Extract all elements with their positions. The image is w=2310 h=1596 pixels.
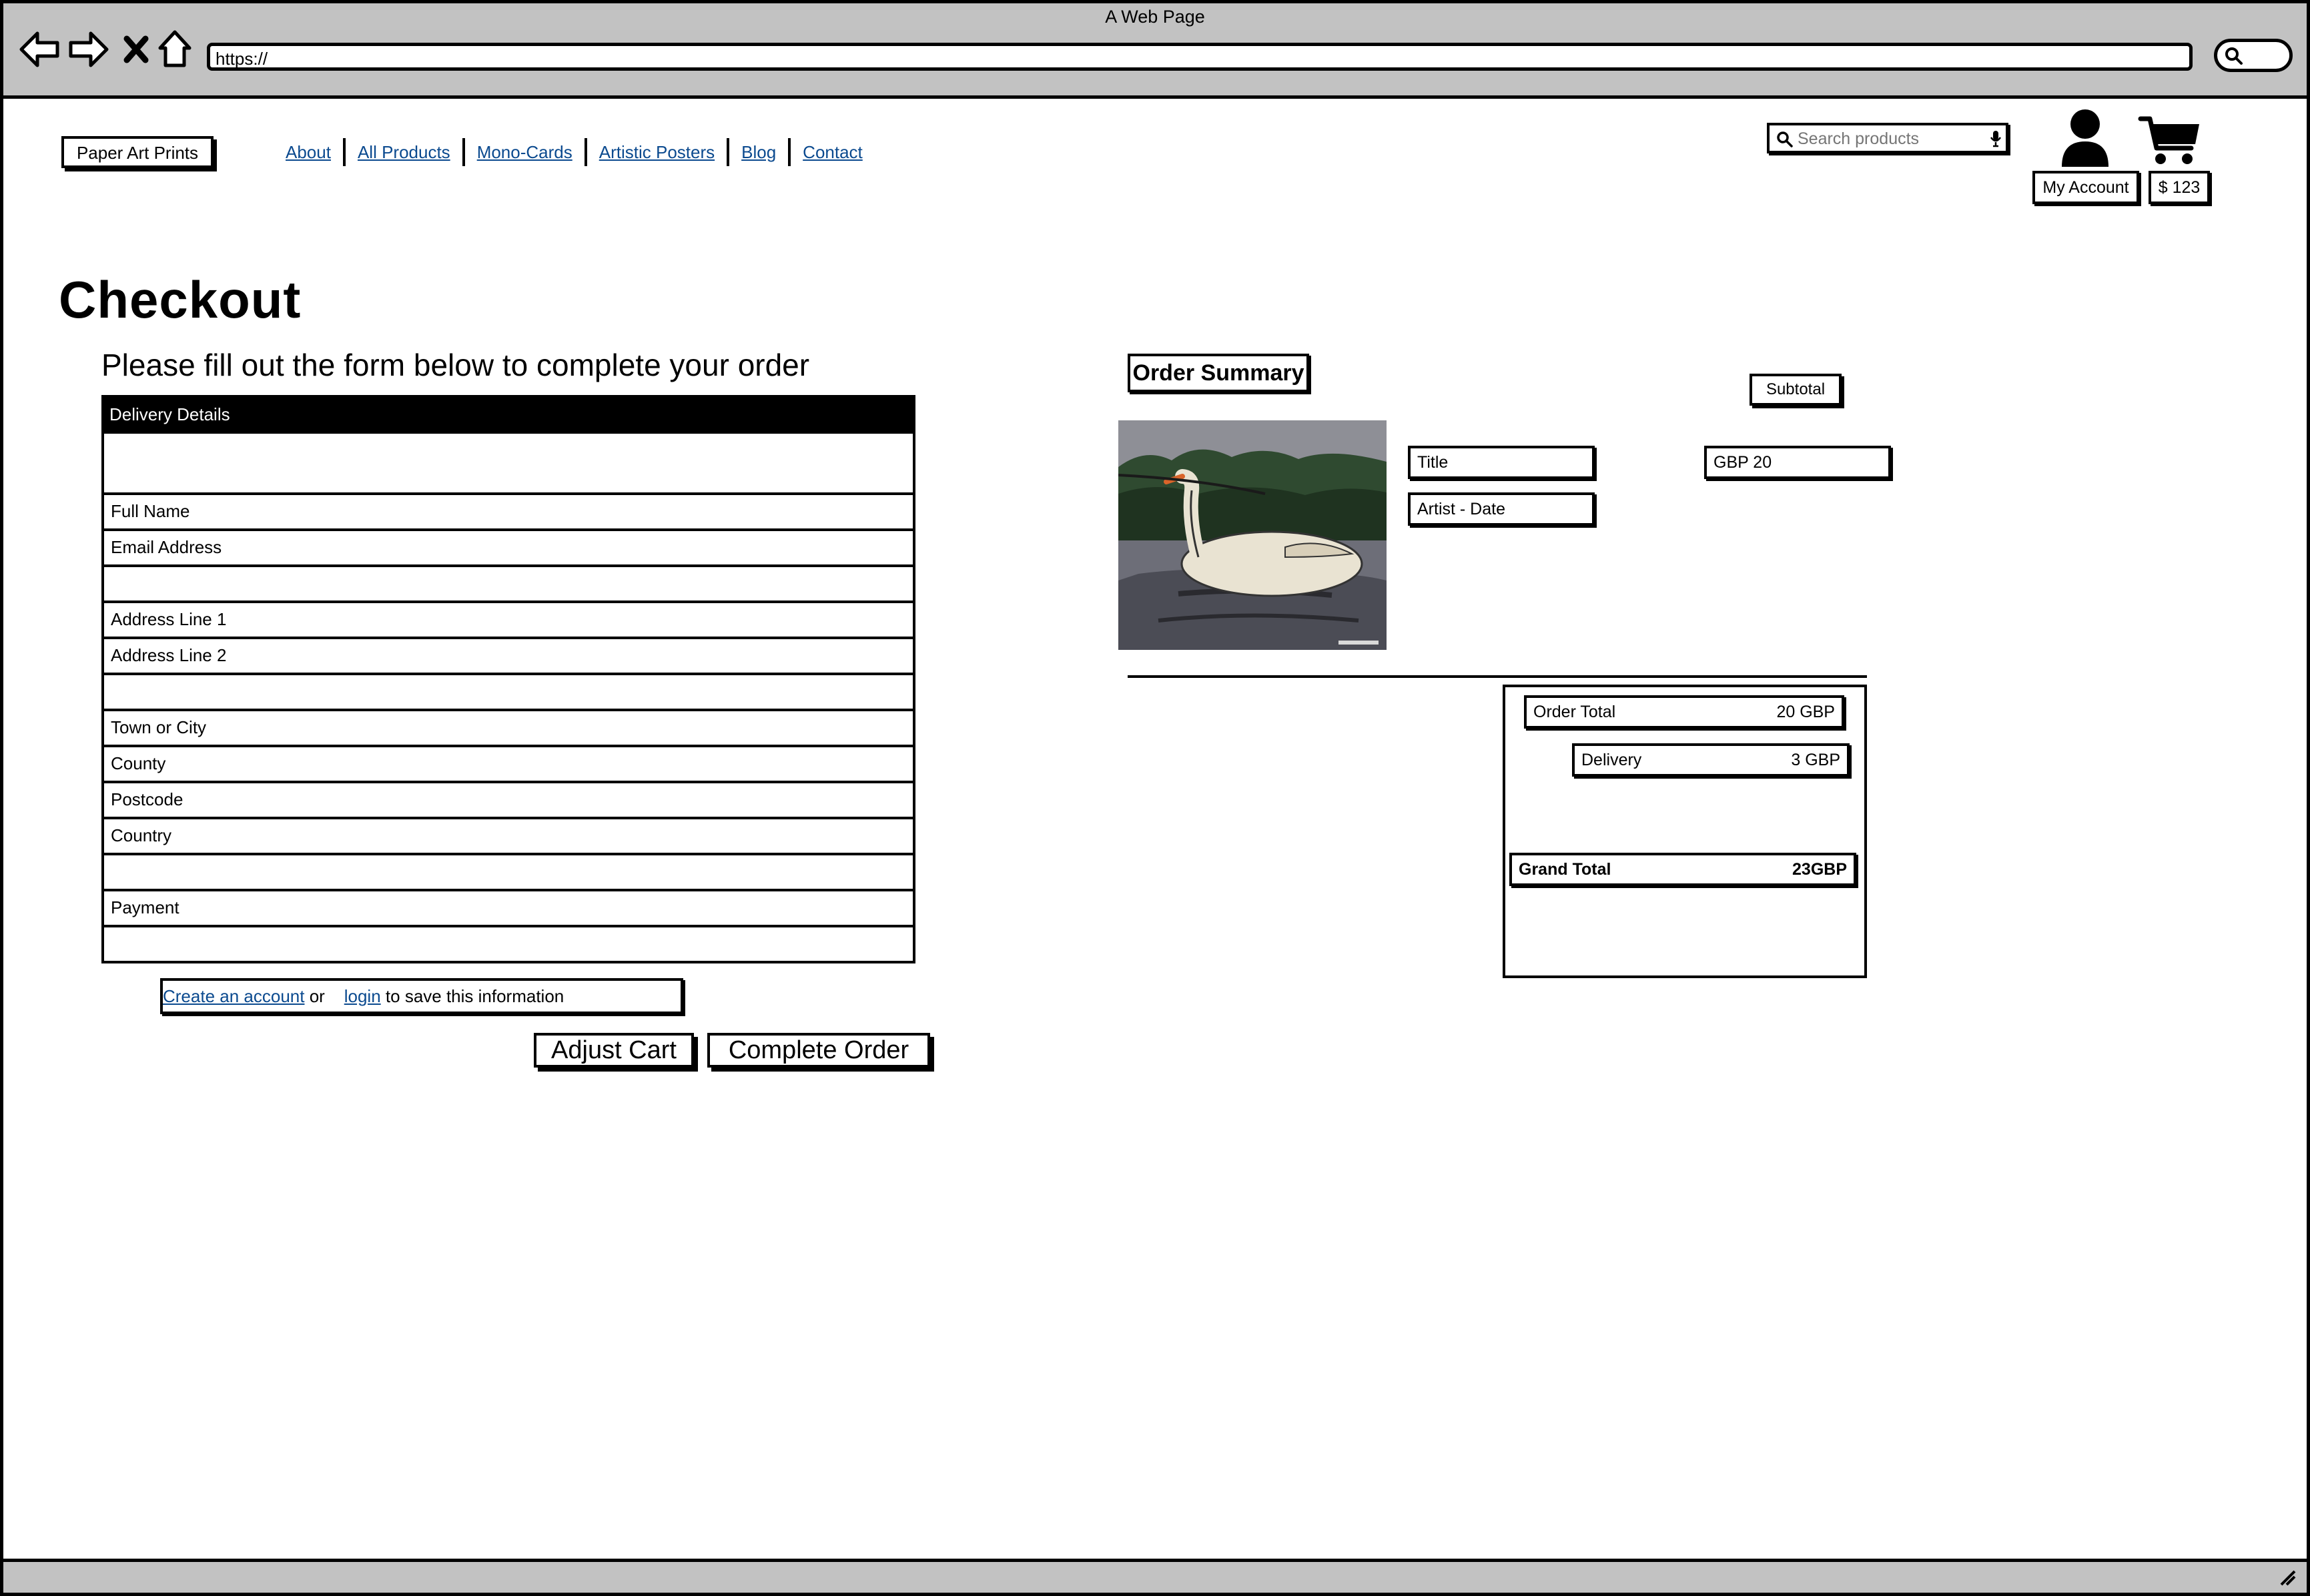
complete-order-button[interactable]: Complete Order — [707, 1033, 930, 1068]
search-input[interactable] — [1796, 128, 1986, 149]
nav-about[interactable]: About — [286, 142, 343, 163]
user-icon[interactable] — [2060, 108, 2110, 168]
form-intro-text: Please fill out the form below to comple… — [101, 348, 810, 382]
status-bar — [0, 1559, 2310, 1596]
item-title: Title — [1408, 446, 1595, 479]
subtotal-label: Subtotal — [1750, 374, 1842, 406]
search-icon — [2225, 47, 2243, 65]
nav-contact[interactable]: Contact — [791, 142, 875, 163]
form-spacer-row — [101, 567, 915, 603]
totals-panel — [1503, 685, 1867, 978]
full-name-field[interactable]: Full Name — [101, 495, 915, 531]
main-nav: About All Products Mono-Cards Artistic P… — [286, 137, 875, 167]
grand-total-row: Grand Total 23GBP — [1509, 853, 1856, 886]
form-spacer-row — [101, 927, 915, 963]
forward-icon[interactable] — [68, 27, 109, 72]
site-logo-button[interactable]: Paper Art Prints — [61, 136, 214, 168]
microphone-icon[interactable] — [1990, 129, 2002, 148]
summary-divider — [1128, 675, 1867, 678]
account-note-suffix: to save this information — [385, 986, 564, 1006]
email-field[interactable]: Email Address — [101, 531, 915, 567]
payment-field[interactable]: Payment — [101, 891, 915, 927]
home-icon[interactable] — [156, 27, 194, 72]
grand-total-value: 23GBP — [1792, 860, 1847, 879]
county-field[interactable]: County — [101, 747, 915, 783]
item-artist-date: Artist - Date — [1408, 492, 1595, 526]
nav-all-products[interactable]: All Products — [346, 142, 462, 163]
back-icon[interactable] — [19, 27, 60, 72]
create-account-link[interactable]: Create an account — [163, 986, 304, 1006]
form-spacer-row — [101, 675, 915, 711]
product-image — [1118, 420, 1387, 650]
nav-mono-cards[interactable]: Mono-Cards — [465, 142, 585, 163]
order-total-label: Order Total — [1533, 703, 1616, 721]
delivery-row: Delivery 3 GBP — [1572, 743, 1850, 777]
form-header: Delivery Details — [101, 395, 915, 434]
url-bar[interactable]: https:// — [207, 43, 2193, 71]
search-icon — [1777, 131, 1793, 147]
postcode-field[interactable]: Postcode — [101, 783, 915, 819]
delivery-label: Delivery — [1581, 751, 1642, 769]
order-summary-title: Order Summary — [1128, 354, 1309, 392]
product-search — [1767, 123, 2008, 153]
delivery-value: 3 GBP — [1791, 751, 1840, 769]
form-spacer-row — [101, 434, 915, 495]
resize-grip-icon[interactable] — [2277, 1567, 2297, 1587]
account-note: Create an account or login to save this … — [160, 978, 683, 1014]
my-account-button[interactable]: My Account — [2032, 171, 2139, 204]
country-field[interactable]: Country — [101, 819, 915, 855]
item-price: GBP 20 — [1704, 446, 1891, 479]
order-total-row: Order Total 20 GBP — [1524, 695, 1844, 729]
account-note-or: or — [309, 986, 325, 1006]
grand-total-label: Grand Total — [1519, 860, 1611, 879]
order-total-value: 20 GBP — [1776, 703, 1835, 721]
cart-total-button[interactable]: $ 123 — [2149, 171, 2210, 204]
nav-blog[interactable]: Blog — [729, 142, 788, 163]
window-title: A Web Page — [1105, 7, 1205, 27]
browser-search-field[interactable] — [2214, 39, 2293, 72]
cart-icon[interactable] — [2138, 113, 2202, 167]
login-link[interactable]: login — [344, 986, 381, 1006]
form-spacer-row — [101, 855, 915, 891]
address-line-2-field[interactable]: Address Line 2 — [101, 639, 915, 675]
address-line-1-field[interactable]: Address Line 1 — [101, 603, 915, 639]
delivery-form: Delivery Details Full Name Email Address… — [101, 395, 915, 963]
adjust-cart-button[interactable]: Adjust Cart — [534, 1033, 694, 1068]
page-title: Checkout — [59, 270, 302, 329]
nav-artistic-posters[interactable]: Artistic Posters — [587, 142, 727, 163]
stop-icon[interactable] — [121, 27, 151, 72]
town-field[interactable]: Town or City — [101, 711, 915, 747]
